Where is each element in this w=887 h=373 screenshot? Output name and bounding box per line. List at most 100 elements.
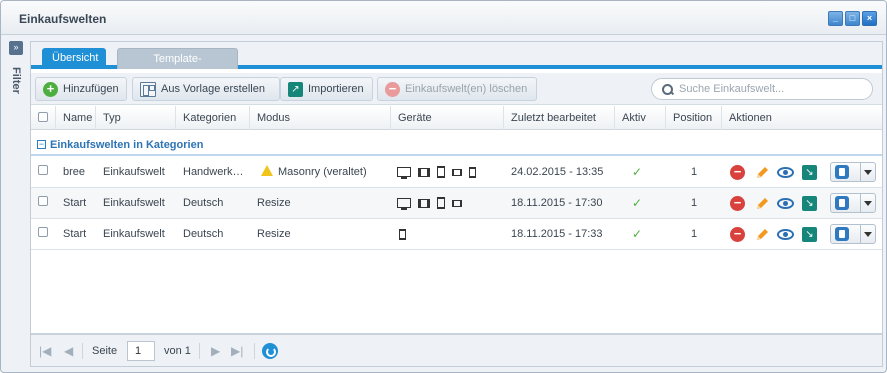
group-title: Einkaufswelten in Kategorien <box>50 139 204 151</box>
mobile-portrait-icon <box>469 166 476 178</box>
tablet-portrait-icon <box>437 166 445 179</box>
desktop-icon <box>397 198 411 211</box>
duplicate-icon[interactable]: ↘ <box>802 165 817 180</box>
preview-eye-icon[interactable] <box>777 167 794 178</box>
refresh-icon[interactable] <box>262 343 278 359</box>
tab-uebersicht[interactable]: Übersicht <box>42 48 106 69</box>
cell-zuletzt-bearbeitet: 24.02.2015 - 13:35 <box>511 166 604 178</box>
paging-toolbar: |◀ ◀ Seite 1 von 1 ▶ ▶| <box>31 333 882 366</box>
expand-filter-icon[interactable]: » <box>9 41 23 55</box>
previous-page-icon[interactable]: ◀ <box>64 344 73 358</box>
split-divider <box>860 163 861 181</box>
caret-down-icon[interactable] <box>864 232 872 237</box>
main-content: Übersicht Template-Verwaltung + Hinzufüg… <box>30 41 883 367</box>
group-header[interactable]: − Einkaufswelten in Kategorien <box>31 135 882 156</box>
edit-pencil-icon[interactable] <box>754 165 770 181</box>
row-select-cell[interactable] <box>31 157 56 187</box>
copy-icon <box>835 196 849 210</box>
caret-down-icon[interactable] <box>864 201 872 206</box>
copy-icon <box>835 227 849 241</box>
modus-text: Masonry (veraltet) <box>278 166 367 178</box>
select-all-checkbox[interactable] <box>38 112 48 122</box>
row-select-cell[interactable] <box>31 188 56 218</box>
column-aktionen[interactable]: Aktionen <box>722 106 882 130</box>
warning-icon <box>261 165 273 176</box>
next-page-icon[interactable]: ▶ <box>211 344 220 358</box>
page-count-label: von 1 <box>164 345 191 357</box>
cell-typ: Einkaufswelt <box>103 197 165 209</box>
row-select-cell[interactable] <box>31 219 56 249</box>
mobile-landscape-icon <box>452 199 462 207</box>
column-position[interactable]: Position <box>666 106 722 130</box>
column-zuletzt-bearbeitet[interactable]: Zuletzt bearbeitet <box>504 106 615 130</box>
cell-geraete <box>391 188 504 218</box>
column-geraete[interactable]: Geräte <box>391 106 504 130</box>
einkaufswelten-window: Einkaufswelten _ □ × » Filter Übersicht … <box>0 0 887 373</box>
table-row[interactable]: bree Einkaufswelt Handwerk… Masonry (ver… <box>31 157 882 188</box>
cell-typ: Einkaufswelt <box>103 166 165 178</box>
import-button[interactable]: ↗ Importieren <box>280 77 373 101</box>
table-row[interactable]: Start Einkaufswelt Deutsch Resize 18.11.… <box>31 188 882 219</box>
preview-eye-icon[interactable] <box>777 229 794 240</box>
create-from-template-label: Aus Vorlage erstellen <box>161 83 265 95</box>
caret-down-icon[interactable] <box>864 170 872 175</box>
tablet-portrait-icon <box>437 197 445 210</box>
active-check-icon: ✓ <box>632 196 643 210</box>
add-button[interactable]: + Hinzufügen <box>35 77 127 101</box>
mobile-landscape-icon <box>452 168 462 176</box>
collapse-group-icon[interactable]: − <box>37 140 46 149</box>
duplicate-icon[interactable]: ↘ <box>802 227 817 242</box>
cell-position: 1 <box>691 197 698 209</box>
minimize-button[interactable]: _ <box>828 11 843 26</box>
filter-label[interactable]: Filter <box>10 67 22 94</box>
tab-template-verwaltung[interactable]: Template-Verwaltung <box>117 48 238 86</box>
import-icon: ↗ <box>288 81 303 97</box>
delete-row-icon[interactable]: − <box>730 196 745 211</box>
filter-panel-collapsed[interactable]: » Filter <box>9 41 25 367</box>
column-kategorien[interactable]: Kategorien <box>176 106 250 130</box>
copy-split-button[interactable] <box>830 224 876 244</box>
edit-pencil-icon[interactable] <box>754 196 770 212</box>
delete-row-icon[interactable]: − <box>730 227 745 242</box>
column-typ[interactable]: Typ <box>96 106 176 130</box>
cell-name: Start <box>63 197 87 209</box>
column-name[interactable]: Name <box>56 106 96 130</box>
template-icon <box>140 81 156 97</box>
delete-shopping-worlds-button[interactable]: − Einkaufswelt(en) löschen <box>377 77 537 101</box>
row-checkbox[interactable] <box>38 165 48 175</box>
cell-position: 1 <box>691 166 698 178</box>
tablet-landscape-icon <box>418 167 430 177</box>
table-row[interactable]: Start Einkaufswelt Deutsch Resize 18.11.… <box>31 219 882 250</box>
search-input[interactable] <box>679 83 859 95</box>
row-checkbox[interactable] <box>38 227 48 237</box>
cell-modus: Masonry (veraltet) <box>250 157 391 187</box>
cell-position: 1 <box>691 228 698 240</box>
first-page-icon[interactable]: |◀ <box>39 344 51 358</box>
cell-geraete <box>391 219 504 249</box>
preview-eye-icon[interactable] <box>777 198 794 209</box>
window-title: Einkaufswelten <box>19 12 107 26</box>
create-from-template-button[interactable]: Aus Vorlage erstellen <box>132 77 280 101</box>
page-number-input[interactable]: 1 <box>127 341 155 361</box>
search-box[interactable] <box>651 78 873 100</box>
last-page-icon[interactable]: ▶| <box>231 344 243 358</box>
import-button-label: Importieren <box>308 83 364 95</box>
column-modus[interactable]: Modus <box>250 106 391 130</box>
copy-split-button[interactable] <box>830 193 876 213</box>
select-all-header[interactable] <box>31 106 56 130</box>
delete-button-label: Einkaufswelt(en) löschen <box>405 83 528 95</box>
cell-kategorien: Deutsch <box>183 197 224 209</box>
delete-row-icon[interactable]: − <box>730 165 745 180</box>
window-controls: _ □ × <box>828 11 877 26</box>
duplicate-icon[interactable]: ↘ <box>802 196 817 211</box>
copy-icon <box>835 165 849 179</box>
copy-split-button[interactable] <box>830 162 876 182</box>
window-titlebar[interactable]: Einkaufswelten _ □ × <box>1 1 886 35</box>
close-button[interactable]: × <box>862 11 877 26</box>
maximize-button[interactable]: □ <box>845 11 860 26</box>
active-check-icon: ✓ <box>632 227 643 241</box>
column-aktiv[interactable]: Aktiv <box>615 106 666 130</box>
edit-pencil-icon[interactable] <box>754 227 770 243</box>
page-label: Seite <box>92 345 118 357</box>
row-checkbox[interactable] <box>38 196 48 206</box>
